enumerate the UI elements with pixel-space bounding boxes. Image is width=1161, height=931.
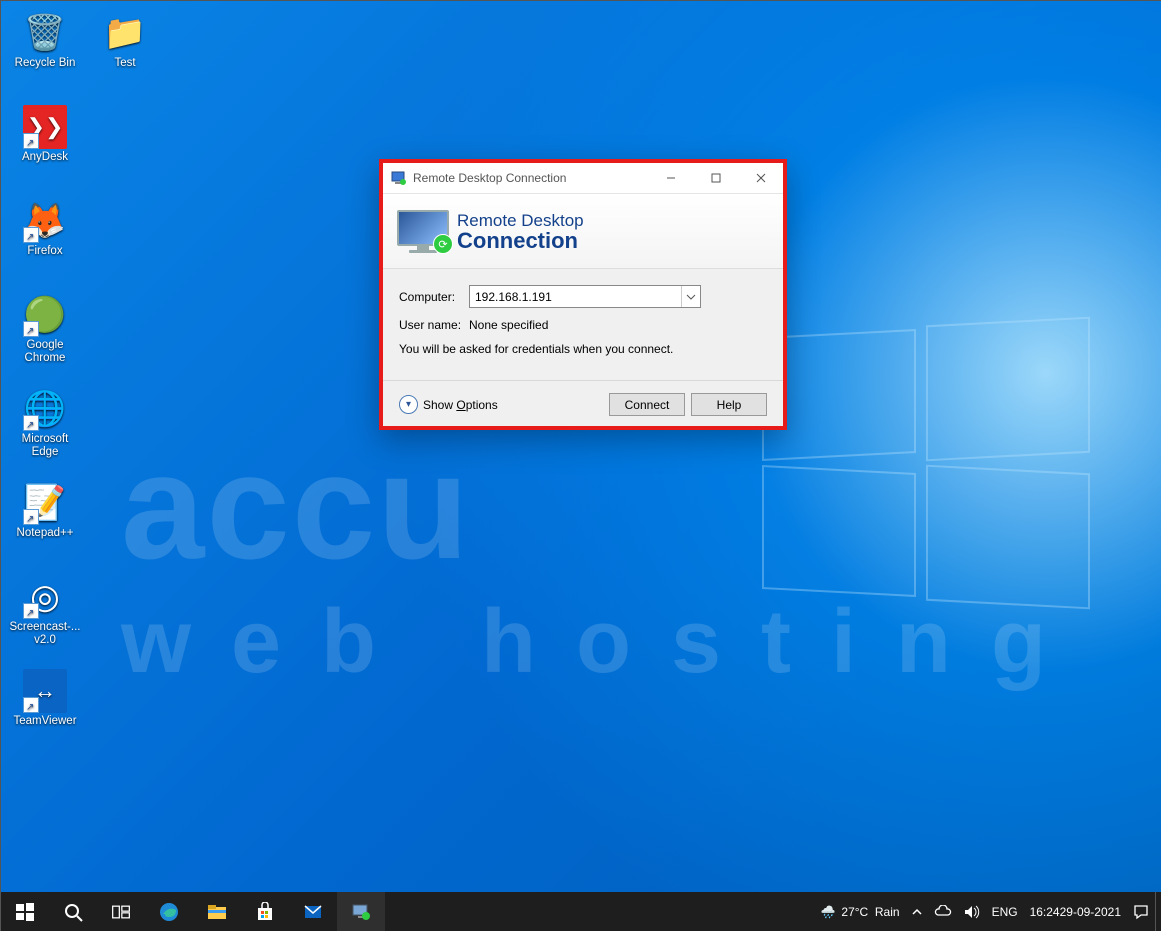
notepadpp-icon: 📝: [23, 481, 67, 525]
test-folder-label: Test: [114, 57, 135, 70]
task-view-button[interactable]: [97, 892, 145, 931]
clock-date: 29-09-2021: [1060, 905, 1121, 919]
show-options-label: Show Options: [423, 398, 498, 412]
computer-dropdown-button[interactable]: [681, 286, 700, 307]
teamviewer-label: TeamViewer: [13, 715, 76, 728]
weather-temp: 27°C: [841, 905, 868, 919]
taskbar-app-rdc[interactable]: [337, 892, 385, 931]
rdc-banner-icon: ⟳: [397, 210, 449, 252]
screencast-label: Screencast-... v2.0: [8, 621, 82, 647]
help-button[interactable]: Help: [691, 393, 767, 416]
window-title: Remote Desktop Connection: [413, 171, 566, 185]
username-value: None specified: [469, 318, 548, 332]
taskbar-app-mail[interactable]: [289, 892, 337, 931]
close-button[interactable]: [738, 163, 783, 193]
weather-widget[interactable]: 🌧️ 27°C Rain: [814, 892, 905, 931]
window-titlebar[interactable]: Remote Desktop Connection: [383, 163, 783, 194]
show-options-toggle[interactable]: ▾ Show Options: [399, 395, 498, 414]
desktop-icon-edge[interactable]: 🌐Microsoft Edge: [7, 387, 83, 467]
computer-input[interactable]: [470, 286, 681, 307]
username-label: User name:: [399, 318, 469, 332]
notepadpp-label: Notepad++: [17, 527, 74, 540]
remote-desktop-connection-window: Remote Desktop Connection ⟳ Remote Deskt…: [379, 159, 787, 430]
computer-label: Computer:: [399, 290, 469, 304]
clock-time: 16:24: [1030, 905, 1060, 919]
dialog-banner: ⟳ Remote Desktop Connection: [383, 194, 783, 269]
tray-clock[interactable]: 16:24 29-09-2021: [1024, 892, 1127, 931]
search-button[interactable]: [49, 892, 97, 931]
desktop-icon-recycle-bin[interactable]: 🗑️ Recycle Bin: [7, 11, 83, 91]
connect-button[interactable]: Connect: [609, 393, 685, 416]
tray-notifications-icon[interactable]: [1127, 892, 1155, 931]
rdc-app-icon: [391, 170, 407, 186]
desktop-icon-teamviewer[interactable]: ↔ TeamViewer: [7, 669, 83, 749]
firefox-label: Firefox: [27, 245, 62, 258]
desktop-icon-anydesk[interactable]: ❯❯ AnyDesk: [7, 105, 83, 185]
test-folder-icon: 📁: [103, 11, 147, 55]
tray-volume-icon[interactable]: [958, 892, 986, 931]
windows-logo-wallpaper: [762, 321, 1092, 601]
weather-icon: 🌧️: [820, 905, 835, 919]
recycle-bin-icon: 🗑️: [23, 11, 67, 55]
edge-label: Microsoft Edge: [8, 433, 82, 459]
taskbar: 🌧️ 27°C Rain ENG 16:24 29-09-2021: [1, 892, 1161, 931]
chrome-icon: 🟢: [23, 293, 67, 337]
start-button[interactable]: [1, 892, 49, 931]
show-desktop-button[interactable]: [1155, 892, 1161, 931]
desktop-icon-chrome[interactable]: 🟢Google Chrome: [7, 293, 83, 373]
tray-language[interactable]: ENG: [986, 892, 1024, 931]
tray-onedrive-icon[interactable]: [928, 892, 958, 931]
taskbar-app-edge[interactable]: [145, 892, 193, 931]
chrome-label: Google Chrome: [8, 339, 82, 365]
desktop-icon-firefox[interactable]: 🦊 Firefox: [7, 199, 83, 279]
credentials-hint: You will be asked for credentials when y…: [399, 342, 767, 356]
screencast-icon: ◎: [23, 575, 67, 619]
desktop-icon-test-folder[interactable]: 📁 Test: [87, 11, 163, 91]
firefox-icon: 🦊: [23, 199, 67, 243]
anydesk-label: AnyDesk: [22, 151, 68, 164]
tray-overflow-button[interactable]: [906, 892, 928, 931]
anydesk-icon: ❯❯: [23, 105, 67, 149]
teamviewer-icon: ↔: [23, 669, 67, 713]
minimize-button[interactable]: [648, 163, 693, 193]
desktop-icon-screencast[interactable]: ◎Screencast-... v2.0: [7, 575, 83, 655]
desktop-icon-notepadpp[interactable]: 📝 Notepad++: [7, 481, 83, 561]
taskbar-app-explorer[interactable]: [193, 892, 241, 931]
system-tray: 🌧️ 27°C Rain ENG 16:24 29-09-2021: [814, 892, 1161, 931]
chevron-down-icon: ▾: [399, 395, 418, 414]
banner-line2: Connection: [457, 231, 584, 251]
weather-cond: Rain: [875, 905, 900, 919]
computer-combobox[interactable]: [469, 285, 701, 308]
taskbar-app-store[interactable]: [241, 892, 289, 931]
maximize-button[interactable]: [693, 163, 738, 193]
recycle-bin-label: Recycle Bin: [15, 57, 76, 70]
edge-icon: 🌐: [23, 387, 67, 431]
